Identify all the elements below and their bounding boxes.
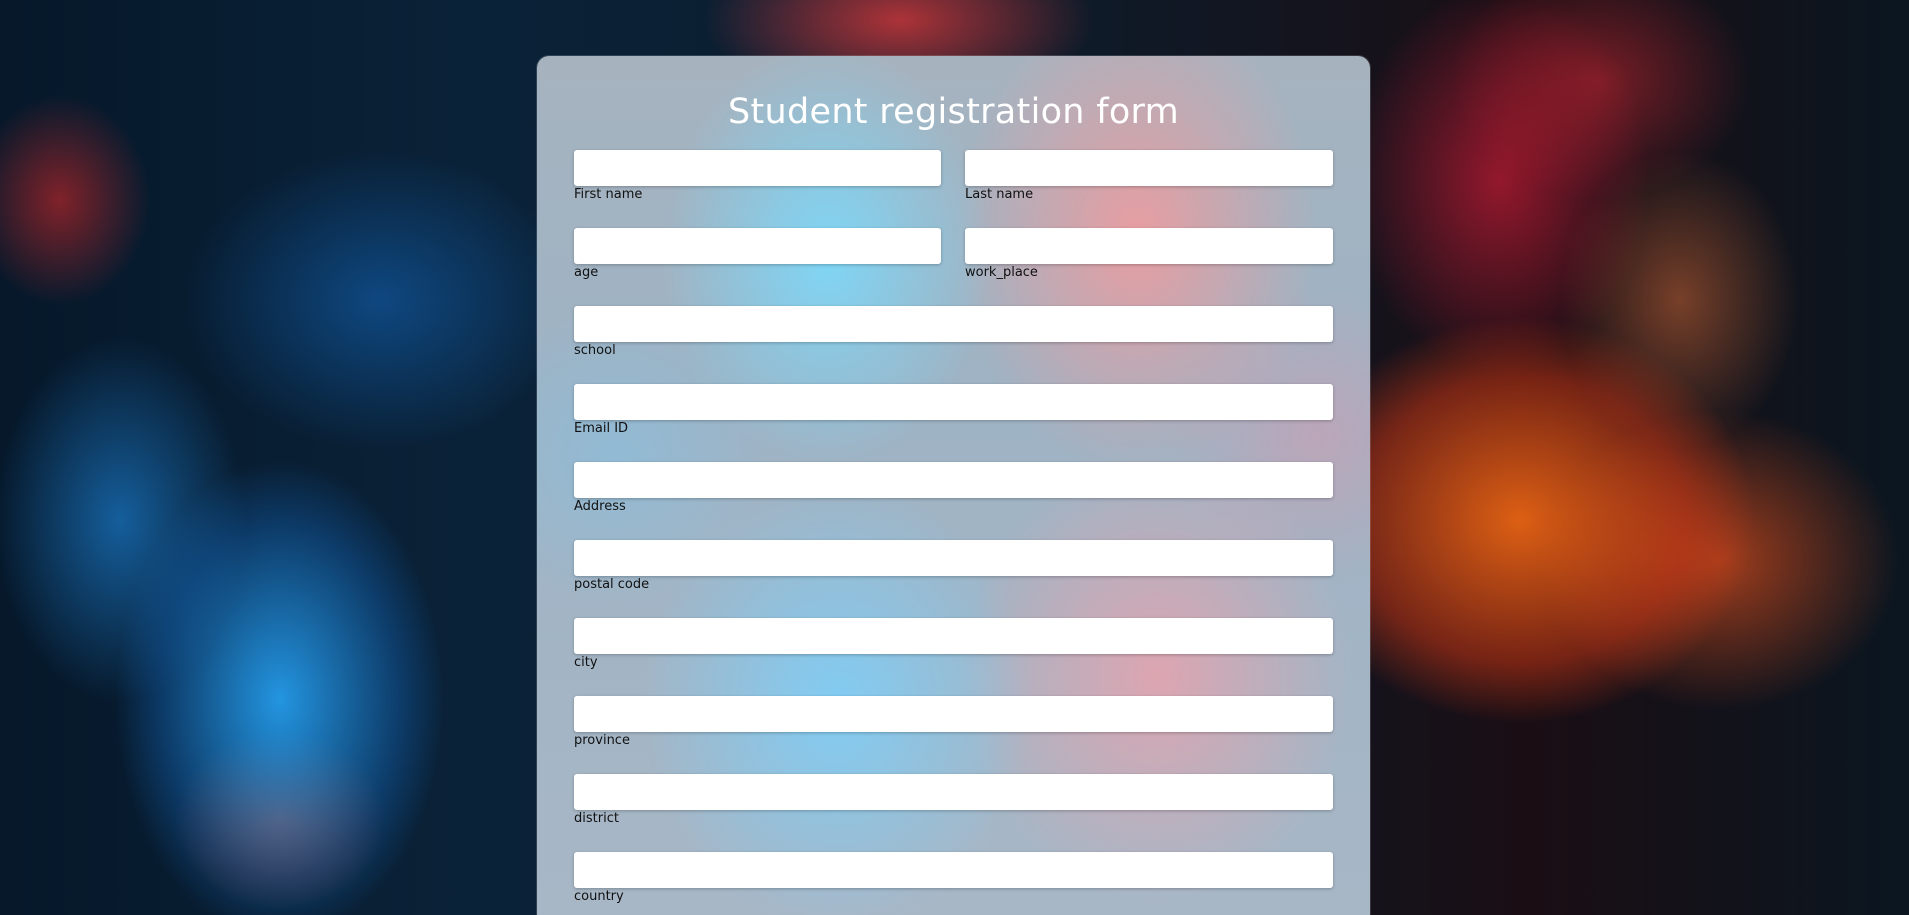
district-input[interactable]: [574, 774, 1333, 810]
province-group: province: [574, 696, 1333, 749]
last-name-input[interactable]: [965, 150, 1333, 186]
email-group: Email ID: [574, 384, 1333, 437]
country-label: country: [574, 889, 624, 904]
email-input[interactable]: [574, 384, 1333, 420]
address-input[interactable]: [574, 462, 1333, 498]
first-name-label: First name: [574, 187, 643, 202]
school-group: school: [574, 306, 1333, 359]
district-group: district: [574, 774, 1333, 827]
district-label: district: [574, 811, 619, 826]
city-label: city: [574, 655, 598, 670]
first-name-input[interactable]: [574, 150, 941, 186]
first-name-group: First name: [574, 150, 941, 203]
province-label: province: [574, 733, 630, 748]
city-group: city: [574, 618, 1333, 671]
school-label: school: [574, 343, 616, 358]
address-label: Address: [574, 499, 626, 514]
work-place-input[interactable]: [965, 228, 1333, 264]
age-label: age: [574, 265, 599, 280]
country-input[interactable]: [574, 852, 1333, 888]
age-group: age: [574, 228, 941, 281]
age-input[interactable]: [574, 228, 941, 264]
work-place-group: work_place: [965, 228, 1333, 281]
work-place-label: work_place: [965, 265, 1038, 280]
city-input[interactable]: [574, 618, 1333, 654]
last-name-label: Last name: [965, 187, 1034, 202]
postal-code-group: postal code: [574, 540, 1333, 593]
school-input[interactable]: [574, 306, 1333, 342]
province-input[interactable]: [574, 696, 1333, 732]
form-title: Student registration form: [727, 92, 1180, 132]
postal-code-input[interactable]: [574, 540, 1333, 576]
email-label: Email ID: [574, 421, 629, 436]
last-name-group: Last name: [965, 150, 1333, 203]
address-group: Address: [574, 462, 1333, 515]
registration-form-card: Student registration form First name Las…: [537, 56, 1370, 915]
postal-code-label: postal code: [574, 577, 650, 592]
country-group: country: [574, 852, 1333, 905]
